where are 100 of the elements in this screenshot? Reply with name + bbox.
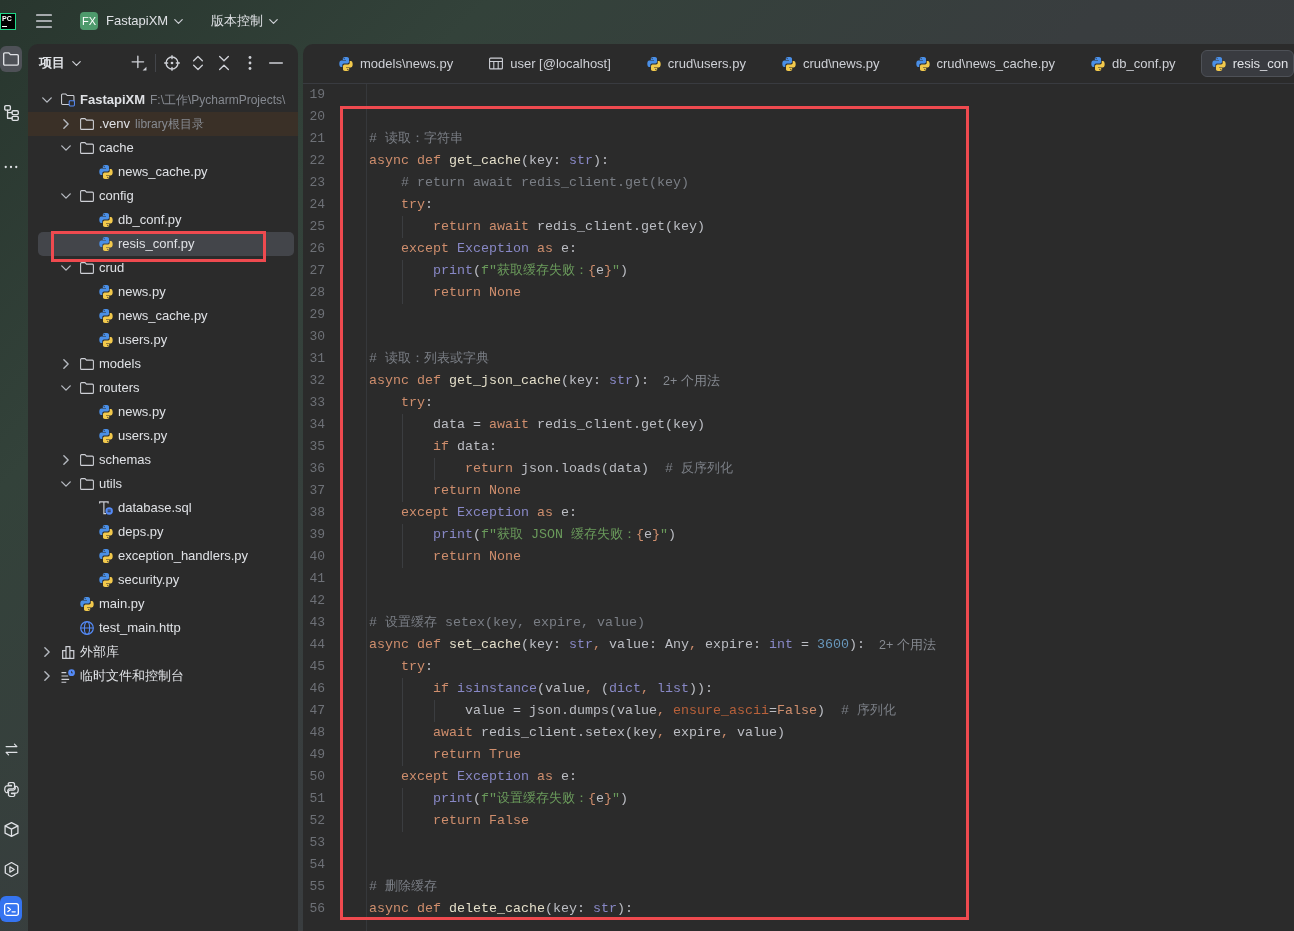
folder-icon (80, 358, 94, 370)
chevron-down-icon[interactable] (61, 265, 71, 271)
line-number: 52 (309, 812, 325, 830)
editor-tab[interactable]: crud\news_cache.py (904, 50, 1066, 77)
folder-icon[interactable] (0, 46, 22, 72)
line-number: 19 (309, 86, 325, 104)
tree-item[interactable]: .venv library根目录 (38, 112, 294, 136)
code-line: try: (401, 394, 433, 412)
table-icon (489, 57, 504, 70)
line-number: 31 (309, 350, 325, 368)
add-icon[interactable] (131, 55, 147, 71)
code-line: async def set_cache(key: str, value: Any, expire: int = 3600): (369, 636, 865, 654)
more-icon[interactable] (248, 56, 252, 70)
tree-item[interactable]: routers (38, 376, 294, 400)
project-view-dropdown[interactable]: 项目 (39, 53, 81, 73)
line-number: 49 (309, 746, 325, 764)
usage-hint[interactable]: 2+ 个用法 (878, 635, 936, 655)
chevron-down-icon (269, 18, 279, 24)
terminal-icon[interactable] (0, 896, 22, 922)
chevron-down-icon[interactable] (61, 145, 71, 151)
chevron-right-icon[interactable] (44, 671, 50, 681)
crosshair-icon[interactable] (164, 55, 180, 71)
expand-icon[interactable] (193, 55, 203, 71)
chevron-down-icon[interactable] (61, 481, 71, 487)
line-number: 33 (309, 394, 325, 412)
code-line: if data: (433, 438, 497, 456)
tree-item[interactable]: models (38, 352, 294, 376)
tree-item[interactable]: utils (38, 472, 294, 496)
code-line: return await redis_client.get(key) (433, 218, 705, 236)
tree-item[interactable]: test_main.http (38, 616, 294, 640)
tree-item[interactable]: news_cache.py (38, 304, 294, 328)
chevron-right-icon[interactable] (44, 647, 50, 657)
tree-item[interactable]: database.sql (38, 496, 294, 520)
collapse-icon[interactable] (219, 55, 229, 71)
python-file-icon (781, 56, 796, 71)
chevron-down-icon[interactable] (61, 385, 71, 391)
tree-item[interactable]: resis_conf.py (38, 232, 294, 256)
tree-item[interactable]: news.py (38, 280, 294, 304)
code-line: print(f"获取缓存失败：{e}") (433, 262, 628, 280)
tree-item[interactable]: schemas (38, 448, 294, 472)
tree-item[interactable]: news_cache.py (38, 160, 294, 184)
editor-tab[interactable]: crud\news.py (770, 50, 891, 77)
line-number: 46 (309, 680, 325, 698)
tree-item[interactable]: users.py (38, 328, 294, 352)
code-line: return json.loads(data) # 反序列化 (465, 460, 733, 478)
database-file-icon (99, 501, 113, 515)
tree-item[interactable]: security.py (38, 568, 294, 592)
code-line: data = await redis_client.get(key) (433, 416, 705, 434)
code-line: async def get_cache(key: str): (369, 152, 609, 170)
code-line: return None (433, 548, 521, 566)
vcs-menu[interactable]: 版本控制 (211, 11, 279, 31)
python-file-icon (1211, 56, 1226, 71)
tree-item[interactable]: FastapiXM F:\工作\PycharmProjects\ (38, 88, 294, 112)
folder-icon (80, 262, 94, 274)
editor-tab[interactable]: resis_con (1200, 50, 1294, 77)
python-file-icon (339, 56, 353, 71)
code-line: await redis_client.setex(key, expire, value) (433, 724, 785, 742)
tree-item[interactable]: deps.py (38, 520, 294, 544)
line-number: 27 (309, 262, 325, 280)
chevron-down-icon[interactable] (61, 193, 71, 199)
python-file-icon (646, 56, 661, 71)
python-file-icon (99, 573, 113, 587)
code-line: return None (433, 482, 521, 500)
editor-tab[interactable]: models\news.py (328, 50, 465, 77)
editor-tab[interactable]: user [@localhost] (478, 50, 622, 77)
folder-icon (80, 454, 94, 466)
tree-item[interactable]: config (38, 184, 294, 208)
code-line: value = json.dumps(value, ensure_ascii=False) # 序列化 (465, 702, 896, 720)
code-line: except Exception as e: (401, 240, 577, 258)
line-number: 43 (309, 614, 325, 632)
tree-item[interactable]: crud (38, 256, 294, 280)
editor-tab[interactable]: crud\users.py (635, 50, 757, 77)
chevron-right-icon[interactable] (63, 455, 69, 465)
tree-item[interactable]: db_conf.py (38, 208, 294, 232)
chevron-down-icon[interactable] (42, 97, 52, 103)
project-menu[interactable]: FastapiXM (106, 11, 184, 31)
line-number: 28 (309, 284, 325, 302)
code-line: async def delete_cache(key: str): (369, 900, 633, 918)
line-number: 25 (309, 218, 325, 236)
chevron-down-icon (72, 60, 81, 66)
code-line: if isinstance(value, (dict, list)): (433, 680, 713, 698)
code-line: # 读取：字符串 (369, 130, 463, 148)
tree-item[interactable]: 外部库 (38, 640, 294, 664)
chevron-right-icon[interactable] (63, 359, 69, 369)
editor-tab[interactable]: db_conf.py (1080, 50, 1187, 77)
folder-icon (80, 478, 94, 490)
menu-icon[interactable] (36, 14, 52, 28)
tree-item[interactable]: news.py (38, 400, 294, 424)
folder-icon (80, 118, 94, 130)
tree-item[interactable]: main.py (38, 592, 294, 616)
tree-item[interactable]: users.py (38, 424, 294, 448)
tree-item[interactable]: cache (38, 136, 294, 160)
tree-item[interactable]: exception_handlers.py (38, 544, 294, 568)
usage-hint[interactable]: 2+ 个用法 (662, 371, 720, 391)
chevron-right-icon[interactable] (63, 119, 69, 129)
line-number: 42 (309, 592, 325, 610)
line-number: 50 (309, 768, 325, 786)
tree-item[interactable]: 临时文件和控制台 (38, 664, 294, 688)
code-line: except Exception as e: (401, 504, 577, 522)
chevron-down-icon (174, 18, 184, 24)
